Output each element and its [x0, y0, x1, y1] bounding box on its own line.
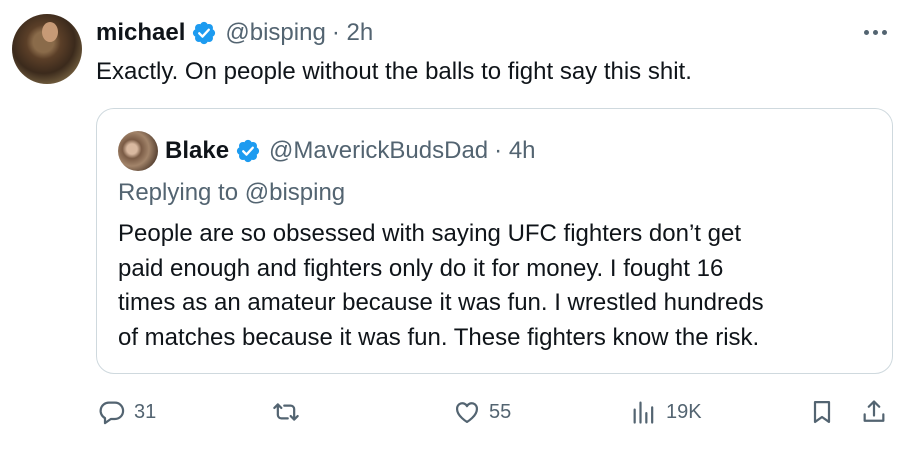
quoted-tweet-text: People are so obsessed with saying UFC f…	[118, 217, 878, 355]
tweet-time[interactable]: · 2h	[332, 19, 373, 47]
reply-button[interactable]: 31	[98, 392, 156, 432]
share-icon	[863, 400, 885, 422]
like-icon	[455, 402, 479, 424]
quoted-author-avatar	[118, 131, 158, 171]
replying-to: Replying to @bisping	[118, 179, 346, 206]
quoted-author-name: Blake	[165, 137, 230, 164]
more-dot	[863, 29, 869, 35]
quoted-tweet-time: · 4h	[494, 137, 536, 164]
verified-icon	[193, 21, 216, 45]
views-count: 19K	[666, 400, 702, 423]
tweet-text: Exactly. On people without the balls to …	[96, 58, 692, 85]
more-dot	[872, 29, 878, 35]
author-handle[interactable]: @bisping	[225, 19, 325, 47]
views-icon	[633, 401, 654, 424]
author-name[interactable]: michael	[96, 19, 185, 47]
share-button[interactable]	[860, 392, 888, 432]
quoted-text-line: paid enough and fighters only do it for …	[118, 254, 724, 282]
like-count: 55	[489, 400, 512, 423]
quoted-tweet-header: Blake @MaverickBudsDad · 4h	[165, 131, 536, 171]
like-button[interactable]: 55	[453, 392, 511, 432]
bookmark-icon	[813, 400, 831, 424]
views-button[interactable]: 19K	[630, 392, 702, 432]
quoted-text-line: times as an amateur because it was fun. …	[118, 289, 764, 316]
retweet-button[interactable]	[272, 392, 300, 432]
verified-icon	[236, 139, 260, 163]
reply-icon	[99, 401, 125, 425]
retweet-icon	[273, 403, 299, 421]
quoted-author-handle: @MaverickBudsDad	[269, 137, 489, 164]
more-dot	[881, 29, 887, 35]
quoted-text-line: People are so obsessed with saying UFC f…	[118, 220, 742, 247]
quoted-tweet[interactable]: Blake @MaverickBudsDad · 4h Replying to …	[96, 108, 893, 374]
author-avatar[interactable]	[12, 14, 82, 84]
tweet-header: michael @bisping · 2h	[96, 16, 373, 50]
bookmark-button[interactable]	[808, 392, 836, 432]
more-icon[interactable]	[858, 20, 892, 44]
action-bar: 31 55 19K	[96, 392, 896, 432]
quoted-text-line: of matches because it was fun. These fig…	[118, 323, 760, 351]
reply-count: 31	[134, 400, 157, 423]
